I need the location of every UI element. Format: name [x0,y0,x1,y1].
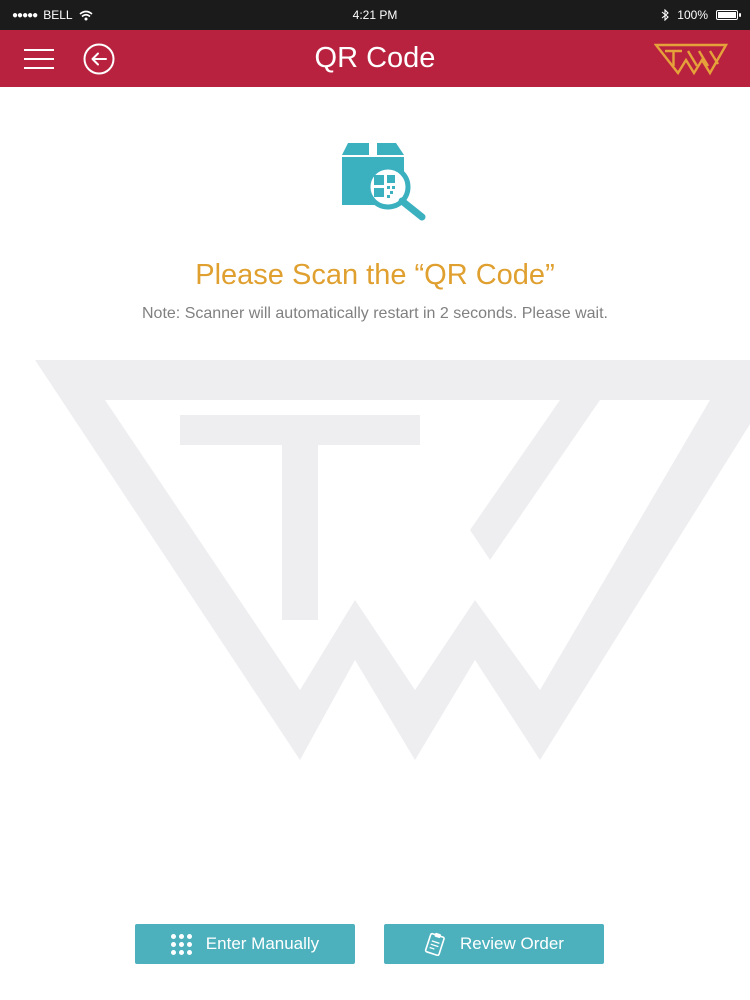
page-title: QR Code [314,42,436,74]
battery-fill [718,12,736,18]
status-bar: ●●●●● BELL 4:21 PM 100% [0,0,750,30]
clipboard-icon [424,932,445,956]
status-right: 100% [661,8,741,22]
battery-icon [716,10,741,20]
app-header: QR Code [0,30,750,87]
scan-heading: Please Scan the “QR Code” [195,259,555,291]
enter-manually-button[interactable]: Enter Manually [135,924,355,964]
scan-note: Note: Scanner will automatically restart… [142,305,608,322]
bluetooth-icon [661,9,670,21]
battery-percent: 100% [677,8,708,22]
review-order-button[interactable]: Review Order [384,924,604,964]
keypad-icon [170,933,192,955]
enter-manually-label: Enter Manually [205,934,320,953]
status-time: 4:21 PM [352,8,398,22]
brand-logo[interactable] [654,42,728,76]
qr-scan-box-icon [342,143,426,221]
review-order-label: Review Order [460,934,564,953]
brand-logo-watermark [35,360,750,760]
